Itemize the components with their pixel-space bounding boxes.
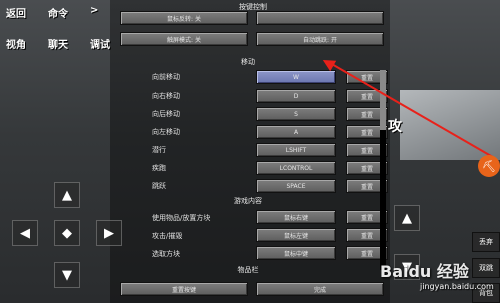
more-button[interactable]: > (90, 5, 98, 16)
double-jump-button[interactable]: 双跳 (472, 258, 500, 278)
dpad-right-button[interactable]: ▶ (96, 220, 122, 246)
binding-label: 潜行 (152, 146, 166, 154)
view-button[interactable]: 视角 (6, 36, 26, 51)
section-movement: 移动 (241, 58, 255, 66)
discard-button[interactable]: 丢弃 (472, 232, 500, 252)
scene-background-block (400, 90, 500, 160)
command-button[interactable]: 命令 (48, 5, 68, 20)
binding-key-sneak[interactable]: LSHIFT (256, 143, 336, 157)
back-button[interactable]: 返回 (6, 5, 26, 20)
binding-key-pick-block[interactable]: 鼠标中键 (256, 246, 336, 260)
done-button[interactable]: 完成 (256, 282, 384, 296)
binding-key-sprint[interactable]: LCONTROL (256, 161, 336, 175)
binding-key-attack[interactable]: 鼠标左键 (256, 228, 336, 242)
binding-key-back[interactable]: S (256, 107, 336, 121)
auto-jump-button[interactable]: 自动跳跃: 开 (256, 32, 384, 46)
debug-button[interactable]: 调试 (90, 36, 110, 51)
fly-up-button[interactable]: ▲ (394, 205, 420, 231)
mouse-invert-button[interactable]: 鼠标反转: 关 (120, 11, 248, 25)
watermark-logo: Baidu 经验 (380, 262, 469, 281)
touch-mode-button[interactable]: 触屏模式: 关 (120, 32, 248, 46)
binding-label: 向前移动 (152, 73, 180, 81)
section-hotbar: 物品栏 (237, 266, 259, 274)
binding-label: 使用物品/放置方块 (152, 214, 211, 222)
binding-key-use-item[interactable]: 鼠标右键 (256, 210, 336, 224)
binding-key-jump[interactable]: SPACE (256, 179, 336, 193)
binding-key-right[interactable]: D (256, 89, 336, 103)
dpad-left-button[interactable]: ◀ (12, 220, 38, 246)
dpad-down-button[interactable]: ▼ (54, 262, 80, 288)
scrollbar-thumb[interactable] (380, 70, 386, 130)
attack-button[interactable]: 攻 (388, 116, 402, 136)
dpad-center-button[interactable]: ◆ (54, 220, 80, 246)
section-game-content: 游戏内容 (234, 197, 262, 205)
pickaxe-icon[interactable]: ⛏ (478, 155, 500, 177)
binding-key-forward[interactable]: W (256, 70, 336, 84)
binding-label: 疾跑 (152, 164, 166, 172)
binding-label: 向右移动 (152, 92, 180, 100)
binding-key-left[interactable]: A (256, 125, 336, 139)
binding-label: 选取方块 (152, 250, 180, 258)
dpad-up-button[interactable]: ▲ (54, 182, 80, 208)
watermark-url: jingyan.baidu.com (420, 282, 494, 291)
sensitivity-slider[interactable] (256, 11, 384, 25)
binding-label: 跳跃 (152, 182, 166, 190)
reset-keys-button[interactable]: 重置按键 (120, 282, 248, 296)
chat-button[interactable]: 聊天 (48, 36, 68, 51)
binding-label: 攻击/摧毁 (152, 232, 183, 240)
binding-label: 向左移动 (152, 128, 180, 136)
binding-label: 向后移动 (152, 110, 180, 118)
